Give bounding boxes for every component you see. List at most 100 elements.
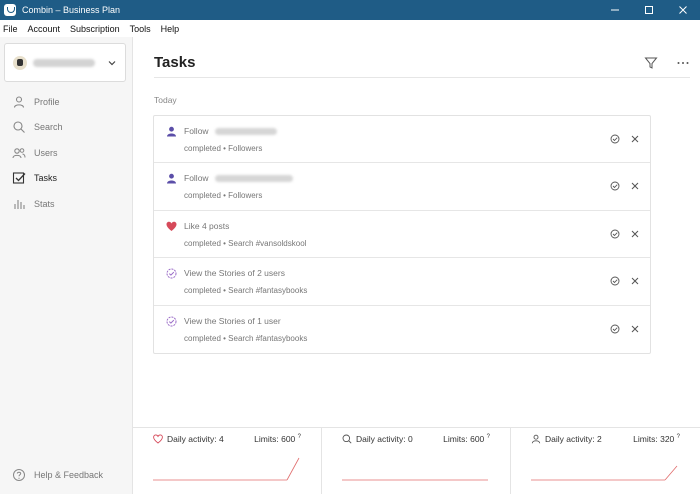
task-title: View the Stories of 1 user [184,316,281,326]
minimize-button[interactable] [598,0,632,20]
heart-outline-icon [153,434,163,444]
header-actions [626,56,690,70]
menu-tools[interactable]: Tools [125,24,156,34]
person-icon [13,96,25,108]
heart-icon [166,221,177,231]
maximize-button[interactable] [632,0,666,20]
window-title: Combin – Business Plan [22,5,121,15]
maximize-icon [645,6,653,14]
help-label: Help & Feedback [34,470,104,480]
filter-button[interactable] [644,56,658,70]
task-status: completed • Search #fantasybooks [184,286,308,296]
check-circle-icon[interactable] [610,181,620,191]
activity-sparkline [342,479,488,481]
stories-icon [166,268,177,279]
sidebar-item-label: Search [34,122,63,133]
page-header: Tasks [154,48,690,78]
more-icon [677,61,689,64]
close-icon[interactable] [630,276,640,286]
stories-icon [166,316,177,327]
account-selector[interactable] [4,43,126,82]
task-actions [600,134,640,144]
sidebar-item-stats[interactable]: Stats [0,191,133,217]
page-title: Tasks [154,54,196,71]
task-status: completed • Followers [184,144,263,153]
check-circle-icon[interactable] [610,229,620,239]
task-item[interactable]: Like 4 posts completed • Search #vansold… [154,211,650,259]
close-icon [679,6,687,14]
daily-activity: Daily activity: 2 [545,434,602,444]
app-logo-icon [4,4,16,16]
blurred-username [214,127,277,135]
main-content: Tasks Today Follow completed • Followers… [133,37,700,427]
task-title: Follow [184,126,277,136]
menu-help[interactable]: Help [156,24,185,34]
help-icon [13,469,25,481]
activity-sparkline [153,457,300,481]
task-title: View the Stories of 2 users [184,268,285,278]
sidebar-item-users[interactable]: Users [0,140,133,166]
check-circle-icon[interactable] [610,134,620,144]
menu-bar: File Account Subscription Tools Help [0,20,700,37]
stats-icon [14,199,25,209]
close-window-button[interactable] [666,0,700,20]
more-options-button[interactable] [676,56,690,70]
help-feedback-link[interactable]: Help & Feedback [12,468,103,482]
menu-account[interactable]: Account [23,24,66,34]
sidebar-item-profile[interactable]: Profile [0,89,133,115]
sidebar-item-tasks[interactable]: Tasks [0,166,133,192]
limits-mark[interactable]: ? [298,434,301,440]
minimize-icon [611,9,619,11]
task-title-text: View the Stories of 2 users [184,268,285,279]
task-item[interactable]: View the Stories of 1 user completed • S… [154,306,650,353]
search-icon [342,434,352,444]
close-icon[interactable] [630,181,640,191]
sidebar-item-label: Stats [34,198,55,209]
task-title-text: Follow [184,126,209,136]
window-controls [598,0,700,20]
search-icon [13,121,25,134]
activity-sparkline [531,465,678,481]
daily-activity: Daily activity: 4 [167,434,224,444]
filter-icon [644,57,658,69]
daily-activity: Daily activity: 0 [356,434,413,444]
menu-subscription[interactable]: Subscription [65,24,125,34]
activity-row: Daily activity: 0 Limits: 600 ? [342,434,490,444]
sidebar-item-search[interactable]: Search [0,115,133,141]
menu-file[interactable]: File [0,24,23,34]
task-status: completed • Search #vansoldskool [184,238,307,248]
task-actions [600,324,640,334]
sidebar-item-label: Users [34,147,58,158]
task-title-text: View the Stories of 1 user [184,315,281,326]
blurred-username [214,174,293,182]
activity-row: Daily activity: 4 Limits: 600 ? [153,434,301,444]
check-circle-icon[interactable] [610,276,620,286]
limits-value: Limits: 600 [443,434,485,444]
person-icon [531,434,541,444]
limits: Limits: 600 ? [254,434,301,444]
task-item[interactable]: Follow completed • Followers [154,163,650,211]
activity-footer: Daily activity: 4 Limits: 600 ? Daily ac… [133,427,700,494]
task-title: Follow [184,173,293,183]
limits-value: Limits: 320 [633,434,675,444]
limits: Limits: 600 ? [443,434,490,444]
task-actions [600,276,640,286]
close-icon[interactable] [630,229,640,239]
close-icon[interactable] [630,324,640,334]
sidebar-item-label: Profile [34,96,60,107]
avatar [13,55,27,70]
close-icon[interactable] [630,134,640,144]
check-circle-icon[interactable] [610,324,620,334]
sidebar-item-label: Tasks [34,173,58,184]
task-item[interactable]: View the Stories of 2 users completed • … [154,258,650,306]
limits-mark[interactable]: ? [487,434,490,440]
tasks-icon [12,172,26,184]
task-title-text: Like 4 posts [184,220,230,231]
task-actions [600,229,640,239]
follow-icon [167,174,176,184]
limits-mark[interactable]: ? [677,434,680,440]
follow-icon [167,126,176,137]
task-item[interactable]: Follow completed • Followers [154,116,650,164]
activity-panel-users: Daily activity: 2 Limits: 320 ? [511,428,700,494]
account-name-blurred [33,58,95,67]
